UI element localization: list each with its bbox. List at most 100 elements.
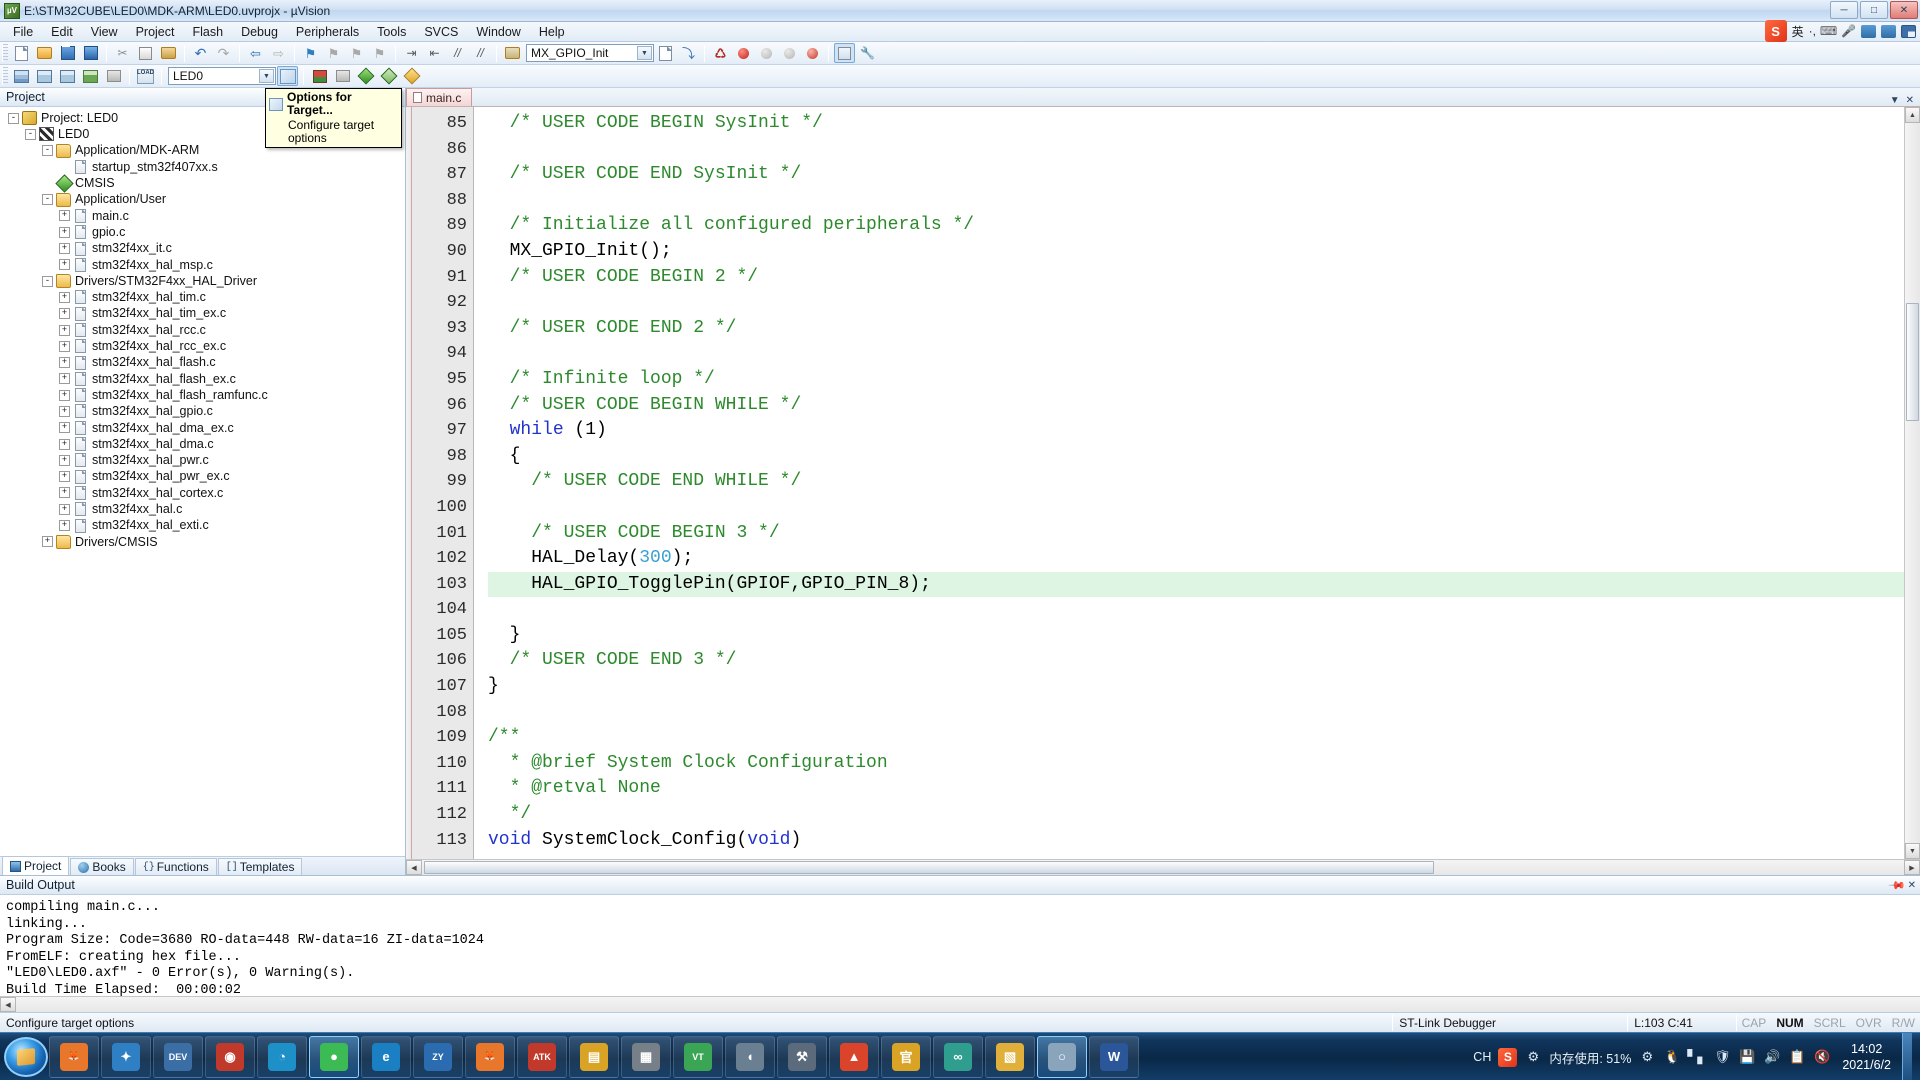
expand-toggle-icon[interactable]: + <box>59 259 70 271</box>
breakpoint-button[interactable] <box>733 43 754 63</box>
tree-item[interactable]: + stm32f4xx_hal_msp.c <box>0 257 405 273</box>
expand-toggle-icon[interactable]: + <box>59 503 70 515</box>
indent-button[interactable]: ⇥ <box>401 43 422 63</box>
chevron-down-icon[interactable]: ▼ <box>637 46 652 60</box>
sogou-tray-icon[interactable]: S <box>1498 1047 1518 1067</box>
vertical-scroll-thumb[interactable] <box>1906 303 1919 421</box>
collapse-toggle-icon[interactable]: - <box>42 275 53 287</box>
tree-item[interactable]: + stm32f4xx_hal_flash.c <box>0 354 405 370</box>
taskbar-item-explorer[interactable]: ▤ <box>569 1035 619 1078</box>
expand-toggle-icon[interactable]: + <box>59 487 70 499</box>
tree-item[interactable]: + stm32f4xx_hal_dma.c <box>0 436 405 452</box>
taskbar-item-word[interactable]: W <box>1089 1035 1139 1078</box>
bookmark-toggle-button[interactable]: ⚑ <box>300 43 321 63</box>
code-line[interactable]: /* USER CODE BEGIN 2 */ <box>488 265 1904 291</box>
tree-item[interactable]: + stm32f4xx_hal_exti.c <box>0 517 405 533</box>
speaker-icon[interactable]: 🔊 <box>1763 1048 1781 1066</box>
download-button[interactable]: LOAD <box>135 66 156 86</box>
collapse-toggle-icon[interactable]: - <box>25 128 36 140</box>
tree-item[interactable]: + Drivers/CMSIS <box>0 534 405 550</box>
multi-project-button[interactable] <box>332 66 353 86</box>
kill-breakpoints-button[interactable] <box>802 43 823 63</box>
code-line[interactable]: /** <box>488 725 1904 751</box>
toolbox-icon[interactable] <box>1881 24 1896 38</box>
code-line[interactable]: * @retval None <box>488 776 1904 802</box>
tree-item[interactable]: - Drivers/STM32F4xx_HAL_Driver <box>0 273 405 289</box>
code-line[interactable]: /* USER CODE END 3 */ <box>488 648 1904 674</box>
stop-build-button[interactable] <box>103 66 124 86</box>
clipboard-icon[interactable]: 📋 <box>1788 1048 1806 1066</box>
tree-item[interactable]: + stm32f4xx_it.c <box>0 240 405 256</box>
outdent-button[interactable]: ⇤ <box>424 43 445 63</box>
tree-item[interactable]: + stm32f4xx_hal_flash_ramfunc.c <box>0 387 405 403</box>
sogou-ime-icon[interactable]: S <box>1764 20 1787 42</box>
batch-build-button[interactable] <box>80 66 101 86</box>
taskbar-item-vt[interactable]: VT <box>673 1035 723 1078</box>
taskbar-item-navicat[interactable]: ✦ <box>101 1035 151 1078</box>
cut-button[interactable]: ✂ <box>112 43 133 63</box>
tree-item[interactable]: + stm32f4xx_hal_tim.c <box>0 289 405 305</box>
code-area[interactable]: /* USER CODE BEGIN SysInit */ /* USER CO… <box>474 107 1904 859</box>
expand-toggle-icon[interactable]: + <box>59 291 70 303</box>
breakpoint-disable-button[interactable] <box>756 43 777 63</box>
taskbar-item-firefox2[interactable]: 🦊 <box>465 1035 515 1078</box>
shield-icon[interactable]: 🛡 <box>1713 1048 1731 1066</box>
taskbar-item-edge[interactable]: ◔ <box>257 1035 307 1078</box>
target-selector-combo[interactable]: LED0 ▼ <box>168 67 276 85</box>
expand-toggle-icon[interactable]: + <box>59 226 70 238</box>
code-line[interactable]: /* USER CODE BEGIN SysInit */ <box>488 111 1904 137</box>
menu-peripherals[interactable]: Peripherals <box>287 23 368 41</box>
code-line[interactable]: MX_GPIO_Init(); <box>488 239 1904 265</box>
tree-item[interactable]: + stm32f4xx_hal_cortex.c <box>0 485 405 501</box>
window-layout-button[interactable] <box>834 43 855 63</box>
signal-icon[interactable]: ▘▖ <box>1687 1048 1707 1066</box>
taskbar-item-firefox[interactable]: 🦊 <box>49 1035 99 1078</box>
expand-toggle-icon[interactable]: + <box>59 422 70 434</box>
gear-icon[interactable]: ⚙ <box>1638 1048 1656 1066</box>
back-button[interactable]: ⇦ <box>245 43 266 63</box>
qq-penguin-icon[interactable]: 🐧 <box>1663 1048 1681 1066</box>
tray-language-label[interactable]: CH <box>1473 1050 1491 1064</box>
scroll-down-arrow-icon[interactable]: ▼ <box>1905 843 1920 859</box>
panel-icon[interactable] <box>1861 24 1876 38</box>
comment-button[interactable]: // <box>447 43 468 63</box>
grid-icon[interactable] <box>1901 24 1916 38</box>
expand-toggle-icon[interactable]: + <box>59 210 70 222</box>
taskbar-item-calculator[interactable]: ▦ <box>621 1035 671 1078</box>
scroll-right-arrow-icon[interactable]: ▶ <box>1904 860 1920 875</box>
editor-horizontal-scrollbar[interactable]: ◀ ▶ <box>406 859 1920 875</box>
build-output-close-button[interactable]: ✕ <box>1908 880 1916 891</box>
menu-debug[interactable]: Debug <box>232 23 287 41</box>
expand-toggle-icon[interactable]: + <box>59 373 70 385</box>
taskbar-clock[interactable]: 14:02 2021/6/2 <box>1838 1041 1895 1073</box>
debug-start-button[interactable]: ♺ <box>710 43 731 63</box>
code-line[interactable] <box>488 290 1904 316</box>
editor-tab-main-c[interactable]: main.c <box>406 88 473 106</box>
manage-project-items-button[interactable] <box>309 66 330 86</box>
ime-language-label[interactable]: 英 <box>1792 23 1804 40</box>
bookmark-next-button[interactable]: ⚑ <box>346 43 367 63</box>
taskbar-item-uvision[interactable]: ○ <box>1037 1035 1087 1078</box>
panel-tab-templates[interactable]: [] Templates <box>217 858 303 875</box>
expand-toggle-icon[interactable]: + <box>59 454 70 466</box>
expand-toggle-icon[interactable]: + <box>59 340 70 352</box>
code-line[interactable]: /* USER CODE END 2 */ <box>488 316 1904 342</box>
configure-button[interactable]: 🔧 <box>857 43 878 63</box>
start-button[interactable] <box>4 1036 48 1077</box>
bookmark-prev-button[interactable]: ⚑ <box>323 43 344 63</box>
menu-svcs[interactable]: SVCS <box>415 23 467 41</box>
code-line[interactable] <box>488 700 1904 726</box>
tree-item[interactable]: + stm32f4xx_hal_pwr.c <box>0 452 405 468</box>
menu-project[interactable]: Project <box>127 23 184 41</box>
toolbar-grip[interactable] <box>2 44 8 62</box>
goto-definition-button[interactable]: ⤵ <box>678 43 699 63</box>
editor-close-button[interactable]: ✕ <box>1906 95 1914 106</box>
editor-vertical-scrollbar[interactable]: ▲ ▼ <box>1904 107 1920 859</box>
taskbar-item-satellite[interactable]: ◖ <box>725 1035 775 1078</box>
menu-window[interactable]: Window <box>467 23 529 41</box>
code-line[interactable]: /* USER CODE BEGIN WHILE */ <box>488 393 1904 419</box>
close-button[interactable]: ✕ <box>1890 1 1918 19</box>
collapse-toggle-icon[interactable]: - <box>8 112 19 124</box>
taskbar-item-zy[interactable]: ZY <box>413 1035 463 1078</box>
taskbar-item-chrome[interactable]: ● <box>309 1035 359 1078</box>
